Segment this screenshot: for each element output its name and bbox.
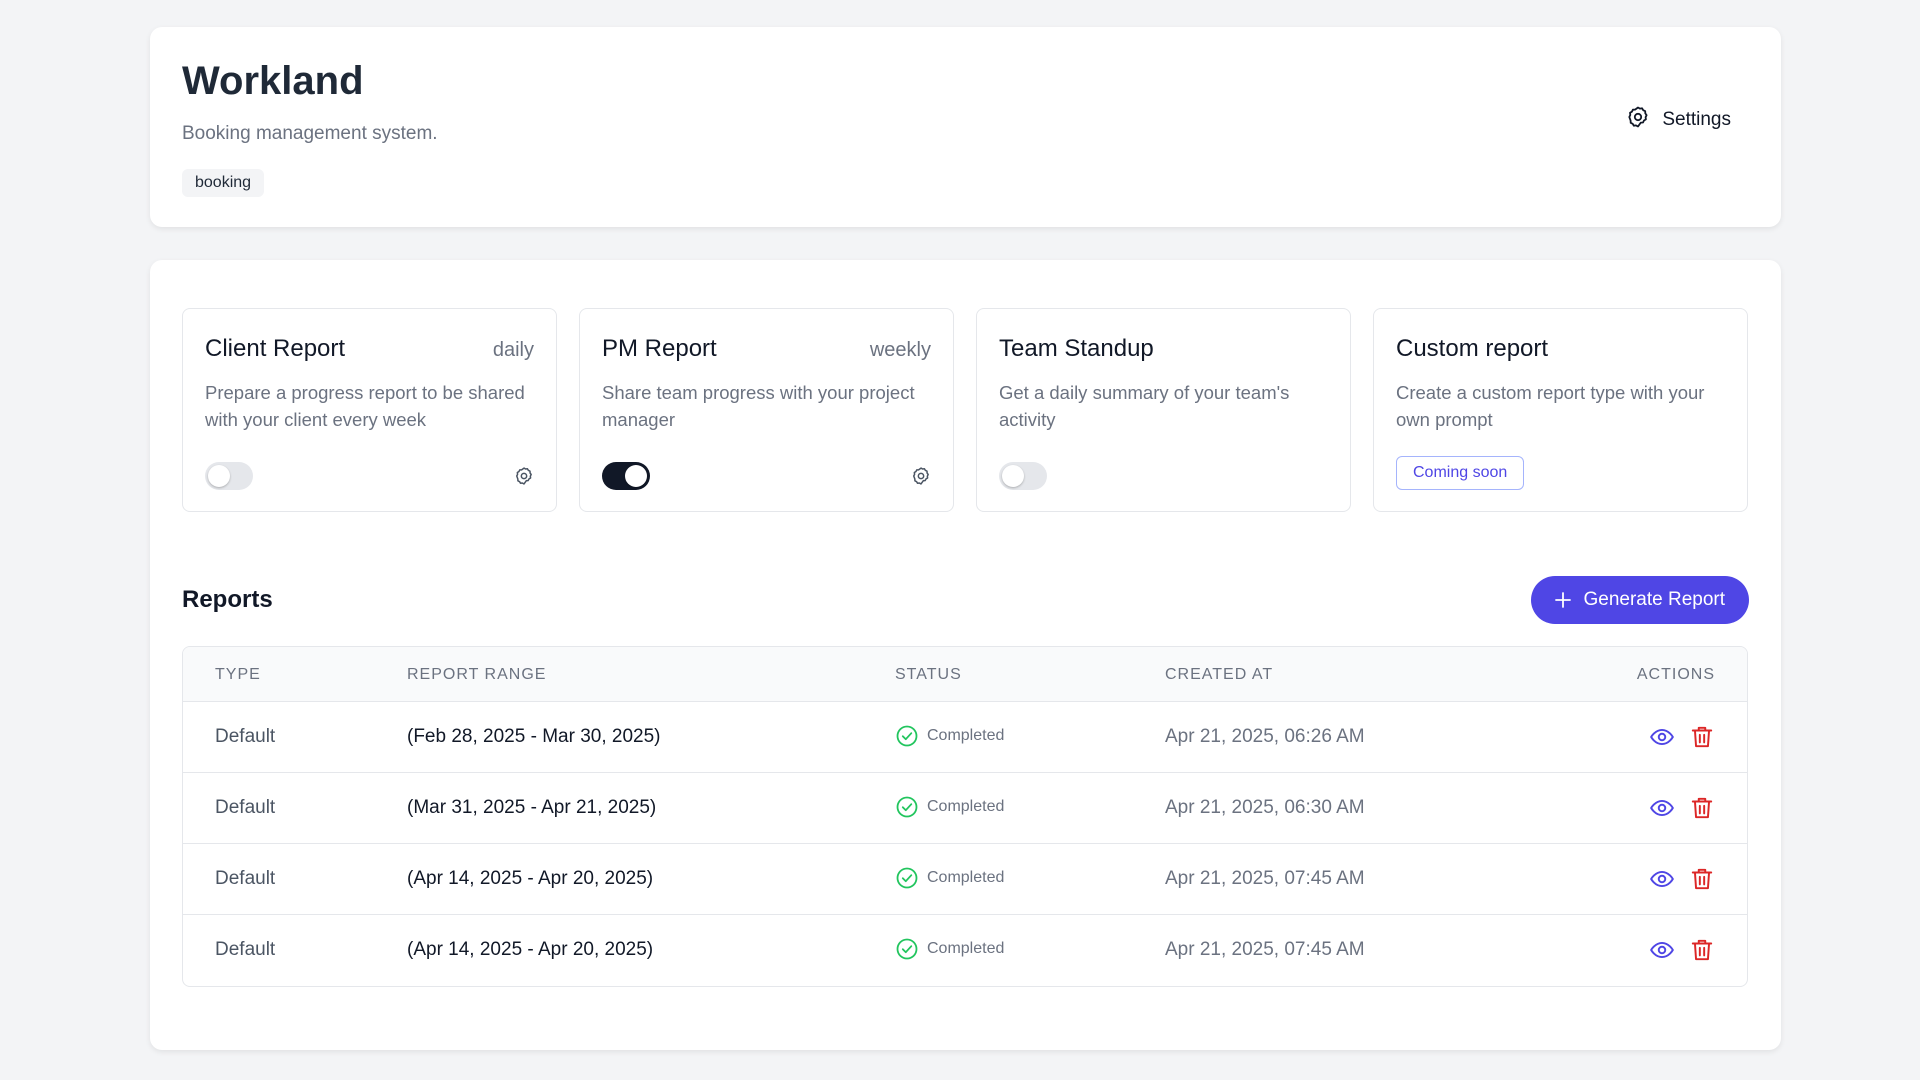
cell-created-at: Apr 21, 2025, 07:45 AM xyxy=(1165,939,1365,960)
generate-report-label: Generate Report xyxy=(1583,589,1725,610)
report-type-description: Get a daily summary of your team's activ… xyxy=(999,382,1290,430)
toggle-knob xyxy=(625,465,647,487)
table-row: Default (Apr 14, 2025 - Apr 20, 2025) Co… xyxy=(183,915,1747,986)
table-row: Default (Apr 14, 2025 - Apr 20, 2025) Co… xyxy=(183,844,1747,915)
gear-icon xyxy=(1626,105,1650,135)
row-actions xyxy=(1649,795,1715,821)
pm-report-toggle[interactable] xyxy=(602,462,650,490)
toggle-knob xyxy=(1002,465,1024,487)
report-type-description: Prepare a progress report to be shared w… xyxy=(205,382,525,430)
reports-table: TYPE REPORT RANGE STATUS CREATED AT ACTI… xyxy=(182,646,1748,987)
client-report-toggle[interactable] xyxy=(205,462,253,490)
cell-created-at: Apr 21, 2025, 07:45 AM xyxy=(1165,868,1365,889)
report-type-card-standup: Team Standup Get a daily summary of your… xyxy=(976,308,1351,512)
trash-icon[interactable] xyxy=(1689,724,1715,750)
report-type-name: Team Standup xyxy=(999,335,1154,362)
cell-created-at: Apr 21, 2025, 06:26 AM xyxy=(1165,726,1365,747)
team-standup-toggle[interactable] xyxy=(999,462,1047,490)
report-type-description: Create a custom report type with your ow… xyxy=(1396,382,1705,430)
reports-panel: Client Report daily Prepare a progress r… xyxy=(150,260,1781,1050)
table-row: Default (Feb 28, 2025 - Mar 30, 2025) Co… xyxy=(183,702,1747,773)
check-circle-icon xyxy=(896,938,918,960)
page: Workland Booking management system. book… xyxy=(0,0,1920,1080)
report-type-frequency: daily xyxy=(492,339,534,361)
status-label: Completed xyxy=(927,798,1005,815)
toggle-knob xyxy=(208,465,230,487)
report-type-description: Share team progress with your project ma… xyxy=(602,382,915,430)
eye-icon[interactable] xyxy=(1649,866,1675,892)
report-type-card-pm: PM Report weekly Share team progress wit… xyxy=(579,308,954,512)
row-actions xyxy=(1649,724,1715,750)
plus-icon xyxy=(1555,592,1572,608)
report-types: Client Report daily Prepare a progress r… xyxy=(182,308,1748,512)
cell-range: (Apr 14, 2025 - Apr 20, 2025) xyxy=(407,868,654,889)
cell-range: (Mar 31, 2025 - Apr 21, 2025) xyxy=(407,797,657,818)
cell-created-at: Apr 21, 2025, 06:30 AM xyxy=(1165,797,1365,818)
project-tag: booking xyxy=(182,169,265,197)
table-row: Default (Mar 31, 2025 - Apr 21, 2025) Co… xyxy=(183,773,1747,844)
coming-soon-badge: Coming soon xyxy=(1396,456,1525,490)
status-badge: Completed xyxy=(895,724,1004,748)
column-header-created: CREATED AT xyxy=(1165,666,1274,683)
page-subtitle: Booking management system. xyxy=(182,123,438,144)
column-header-type: TYPE xyxy=(215,666,261,683)
gear-icon[interactable] xyxy=(911,466,931,486)
cell-type: Default xyxy=(215,868,276,889)
check-circle-icon xyxy=(896,867,918,889)
trash-icon[interactable] xyxy=(1689,937,1715,963)
settings-button[interactable]: Settings xyxy=(1626,105,1731,135)
settings-label: Settings xyxy=(1662,109,1731,130)
check-circle-icon xyxy=(896,725,918,747)
reports-heading: Reports xyxy=(182,586,273,613)
status-label: Completed xyxy=(927,940,1005,957)
report-type-frequency: weekly xyxy=(869,339,931,361)
column-header-range: REPORT RANGE xyxy=(407,666,547,683)
cell-range: (Feb 28, 2025 - Mar 30, 2025) xyxy=(407,726,661,747)
table-header: TYPE REPORT RANGE STATUS CREATED AT ACTI… xyxy=(183,647,1747,702)
cell-type: Default xyxy=(215,797,276,818)
trash-icon[interactable] xyxy=(1689,795,1715,821)
status-badge: Completed xyxy=(895,866,1004,890)
gear-icon[interactable] xyxy=(514,466,534,486)
row-actions xyxy=(1649,866,1715,892)
report-type-name: Custom report xyxy=(1396,335,1549,362)
status-label: Completed xyxy=(927,869,1005,886)
status-badge: Completed xyxy=(895,937,1004,961)
status-label: Completed xyxy=(927,727,1005,744)
page-title: Workland xyxy=(182,59,364,103)
project-header-card: Workland Booking management system. book… xyxy=(150,27,1781,227)
eye-icon[interactable] xyxy=(1649,795,1675,821)
cell-type: Default xyxy=(215,726,276,747)
cell-type: Default xyxy=(215,939,276,960)
eye-icon[interactable] xyxy=(1649,937,1675,963)
status-badge: Completed xyxy=(895,795,1004,819)
report-type-name: PM Report xyxy=(602,335,717,362)
report-type-card-custom: Custom report Create a custom report typ… xyxy=(1373,308,1748,512)
generate-report-button[interactable]: Generate Report xyxy=(1531,576,1749,624)
check-circle-icon xyxy=(896,796,918,818)
eye-icon[interactable] xyxy=(1649,724,1675,750)
trash-icon[interactable] xyxy=(1689,866,1715,892)
column-header-actions: ACTIONS xyxy=(1636,666,1715,683)
row-actions xyxy=(1649,937,1715,963)
report-type-card-client: Client Report daily Prepare a progress r… xyxy=(182,308,557,512)
report-type-name: Client Report xyxy=(205,335,346,362)
column-header-status: STATUS xyxy=(895,666,962,683)
cell-range: (Apr 14, 2025 - Apr 20, 2025) xyxy=(407,939,654,960)
